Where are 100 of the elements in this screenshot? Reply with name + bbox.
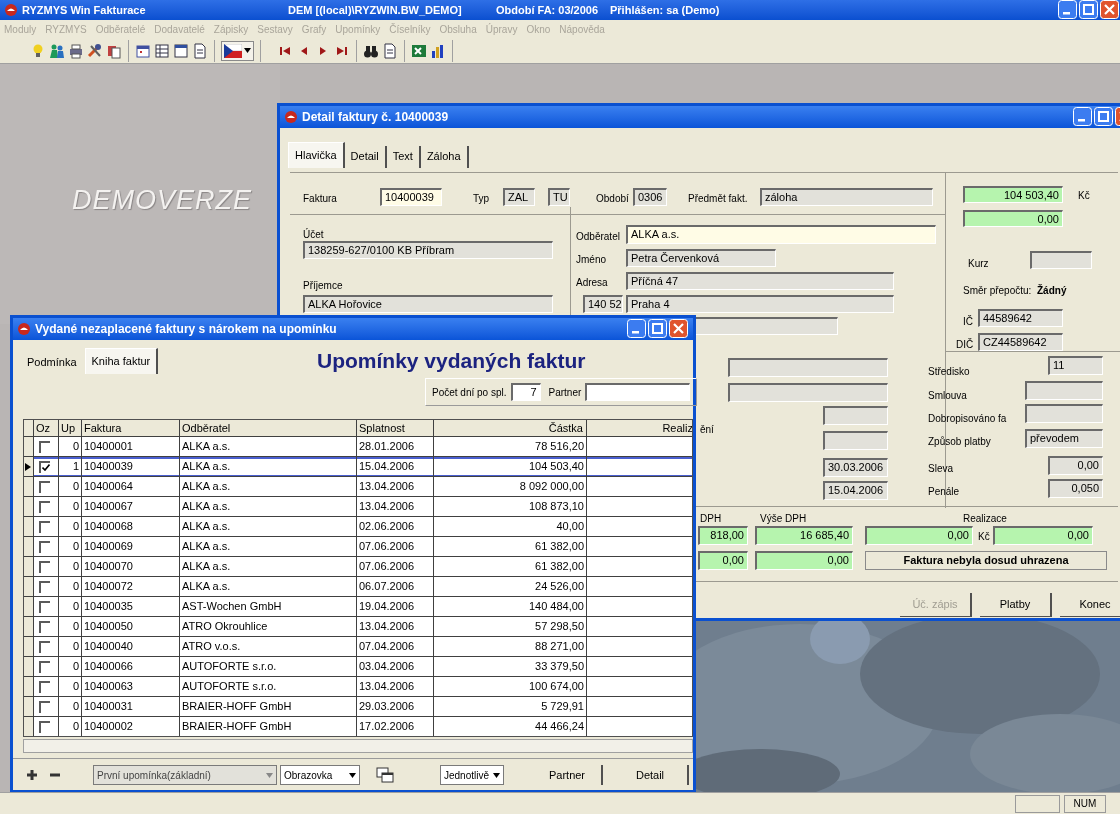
- text-field[interactable]: Petra Červenková: [626, 249, 776, 267]
- text-field[interactable]: 138259-627/0100 KB Příbram: [303, 241, 553, 259]
- maximize-icon[interactable]: [1079, 0, 1098, 19]
- amount-field[interactable]: 0,00: [865, 526, 973, 545]
- minimize-icon[interactable]: [1073, 107, 1092, 126]
- minimize-icon[interactable]: [627, 319, 646, 338]
- caret-icon: [266, 772, 273, 778]
- text-field[interactable]: Praha 4: [626, 295, 894, 313]
- text-field[interactable]: TU: [548, 188, 570, 206]
- table-row[interactable]: 0 10400068 ALKA a.s. 02.06.2006 40,00: [24, 517, 692, 537]
- text-field[interactable]: ALKA Hořovice: [303, 295, 553, 313]
- plus-icon[interactable]: [26, 769, 38, 781]
- table-row[interactable]: 0 10400040 ATRO v.o.s. 07.04.2006 88 271,00: [24, 637, 692, 657]
- tab[interactable]: Hlavička: [288, 142, 345, 168]
- text-field[interactable]: [728, 383, 888, 402]
- window-icon[interactable]: [173, 42, 189, 59]
- input-field[interactable]: 10400039: [380, 188, 442, 206]
- text-field[interactable]: 0,050: [1048, 479, 1103, 498]
- tab[interactable]: Text: [386, 146, 421, 168]
- document-icon[interactable]: [382, 42, 398, 59]
- checkbox[interactable]: [39, 720, 50, 733]
- amount-field[interactable]: 0,00: [755, 551, 853, 570]
- input-field[interactable]: ALKA a.s.: [626, 225, 936, 244]
- input-field[interactable]: [585, 383, 690, 401]
- text-field[interactable]: [823, 431, 888, 450]
- table-row[interactable]: 0 10400069 ALKA a.s. 07.06.2006 61 382,00: [24, 537, 692, 557]
- tab[interactable]: Podmínka: [21, 352, 83, 374]
- close-icon[interactable]: [669, 319, 688, 338]
- table-row[interactable]: 0 10400031 BRAIER-HOFF GmbH 29.03.2006 5 729,91: [24, 697, 692, 717]
- table-row[interactable]: 0 10400067 ALKA a.s. 13.04.2006 108 873,10: [24, 497, 692, 517]
- table-row[interactable]: 0 10400063 AUTOFORTE s.r.o. 13.04.2006 100 674,00: [24, 677, 692, 697]
- calendar-icon[interactable]: [135, 42, 151, 59]
- checkbox[interactable]: [39, 440, 50, 453]
- flag-dropdown[interactable]: [221, 40, 254, 61]
- grid-icon[interactable]: [154, 42, 170, 59]
- table-row[interactable]: 0 10400050 ATRO Okrouhlice 13.04.2006 57 298,50: [24, 617, 692, 637]
- amount-field[interactable]: 0,00: [993, 526, 1093, 545]
- text-field[interactable]: záloha: [760, 188, 933, 206]
- amount-field[interactable]: 104 503,40: [963, 186, 1063, 203]
- checkbox[interactable]: [39, 620, 50, 633]
- text-field[interactable]: [1025, 381, 1103, 400]
- amount-field[interactable]: 818,00: [698, 526, 748, 545]
- button[interactable]: Platby: [980, 593, 1052, 617]
- people-icon[interactable]: [49, 42, 65, 59]
- checkbox[interactable]: [39, 600, 50, 613]
- table-row[interactable]: 1 10400039 ALKA a.s. 15.04.2006 104 503,40: [24, 457, 692, 477]
- table-row[interactable]: 0 10400001 ALKA a.s. 28.01.2006 78 516,20: [24, 437, 692, 457]
- document-icon[interactable]: [192, 42, 208, 59]
- checkbox[interactable]: [39, 560, 50, 573]
- input-field[interactable]: 7: [510, 383, 541, 401]
- text-field[interactable]: ZAL: [503, 188, 535, 206]
- checkbox[interactable]: [39, 700, 50, 713]
- field-label: Jméno: [576, 253, 606, 267]
- text-field[interactable]: 11: [1048, 356, 1103, 375]
- text-field[interactable]: [1025, 404, 1103, 423]
- amount-field[interactable]: 0,00: [698, 551, 748, 570]
- text-field[interactable]: převodem: [1025, 429, 1103, 448]
- dropdown[interactable]: Jednotlivě: [440, 765, 504, 785]
- table-row[interactable]: 0 10400070 ALKA a.s. 07.06.2006 61 382,00: [24, 557, 692, 577]
- table-row[interactable]: 0 10400002 BRAIER-HOFF GmbH 17.02.2006 44 466,24: [24, 717, 692, 736]
- maximize-icon[interactable]: [1094, 107, 1113, 126]
- checkbox[interactable]: [39, 680, 50, 693]
- checkbox[interactable]: [39, 580, 50, 593]
- text-field[interactable]: [823, 406, 888, 425]
- checkbox[interactable]: [39, 480, 50, 493]
- text-field[interactable]: 30.03.2006: [823, 458, 888, 477]
- text-field[interactable]: CZ44589642: [978, 333, 1063, 351]
- amount-field[interactable]: 0,00: [963, 210, 1063, 227]
- table-row[interactable]: 0 10400035 AST-Wochen GmbH 19.04.2006 140 484,00: [24, 597, 692, 617]
- checkbox[interactable]: [39, 660, 50, 673]
- table-row[interactable]: 0 10400066 AUTOFORTE s.r.o. 03.04.2006 33 379,50: [24, 657, 692, 677]
- checkbox[interactable]: [39, 520, 50, 533]
- text-field[interactable]: 0,00: [1048, 456, 1103, 475]
- text-field[interactable]: 15.04.2006: [823, 481, 888, 500]
- windows-icon[interactable]: [376, 767, 394, 783]
- minimize-icon[interactable]: [1058, 0, 1077, 19]
- table-row[interactable]: 0 10400072 ALKA a.s. 06.07.2006 24 526,00: [24, 577, 692, 597]
- tab[interactable]: Záloha: [420, 146, 469, 168]
- checkbox[interactable]: [39, 640, 50, 653]
- close-icon[interactable]: [1100, 0, 1119, 19]
- table-row[interactable]: 0 10400064 ALKA a.s. 13.04.2006 8 092 000,00: [24, 477, 692, 497]
- tab[interactable]: Kniha faktur: [84, 348, 159, 374]
- checkbox[interactable]: [39, 500, 50, 513]
- spreadsheet-icon[interactable]: [411, 42, 427, 59]
- tools-icon[interactable]: [87, 42, 103, 59]
- text-field[interactable]: [1030, 251, 1092, 269]
- text-field[interactable]: Příčná 47: [626, 272, 894, 290]
- amount-field[interactable]: 16 685,40: [755, 526, 853, 545]
- field-label: Typ: [473, 192, 490, 206]
- printer-icon[interactable]: [68, 42, 84, 59]
- chart-icon[interactable]: [430, 42, 446, 59]
- checkbox[interactable]: [39, 540, 50, 553]
- checkbox[interactable]: [39, 460, 50, 473]
- text-field[interactable]: 140 52: [583, 295, 623, 313]
- tab[interactable]: Detail: [344, 146, 387, 168]
- text-field[interactable]: 44589642: [978, 309, 1063, 327]
- maximize-icon[interactable]: [648, 319, 667, 338]
- text-field[interactable]: 0306: [633, 188, 667, 206]
- dropdown[interactable]: Obrazovka: [280, 765, 360, 785]
- text-field[interactable]: [728, 358, 888, 377]
